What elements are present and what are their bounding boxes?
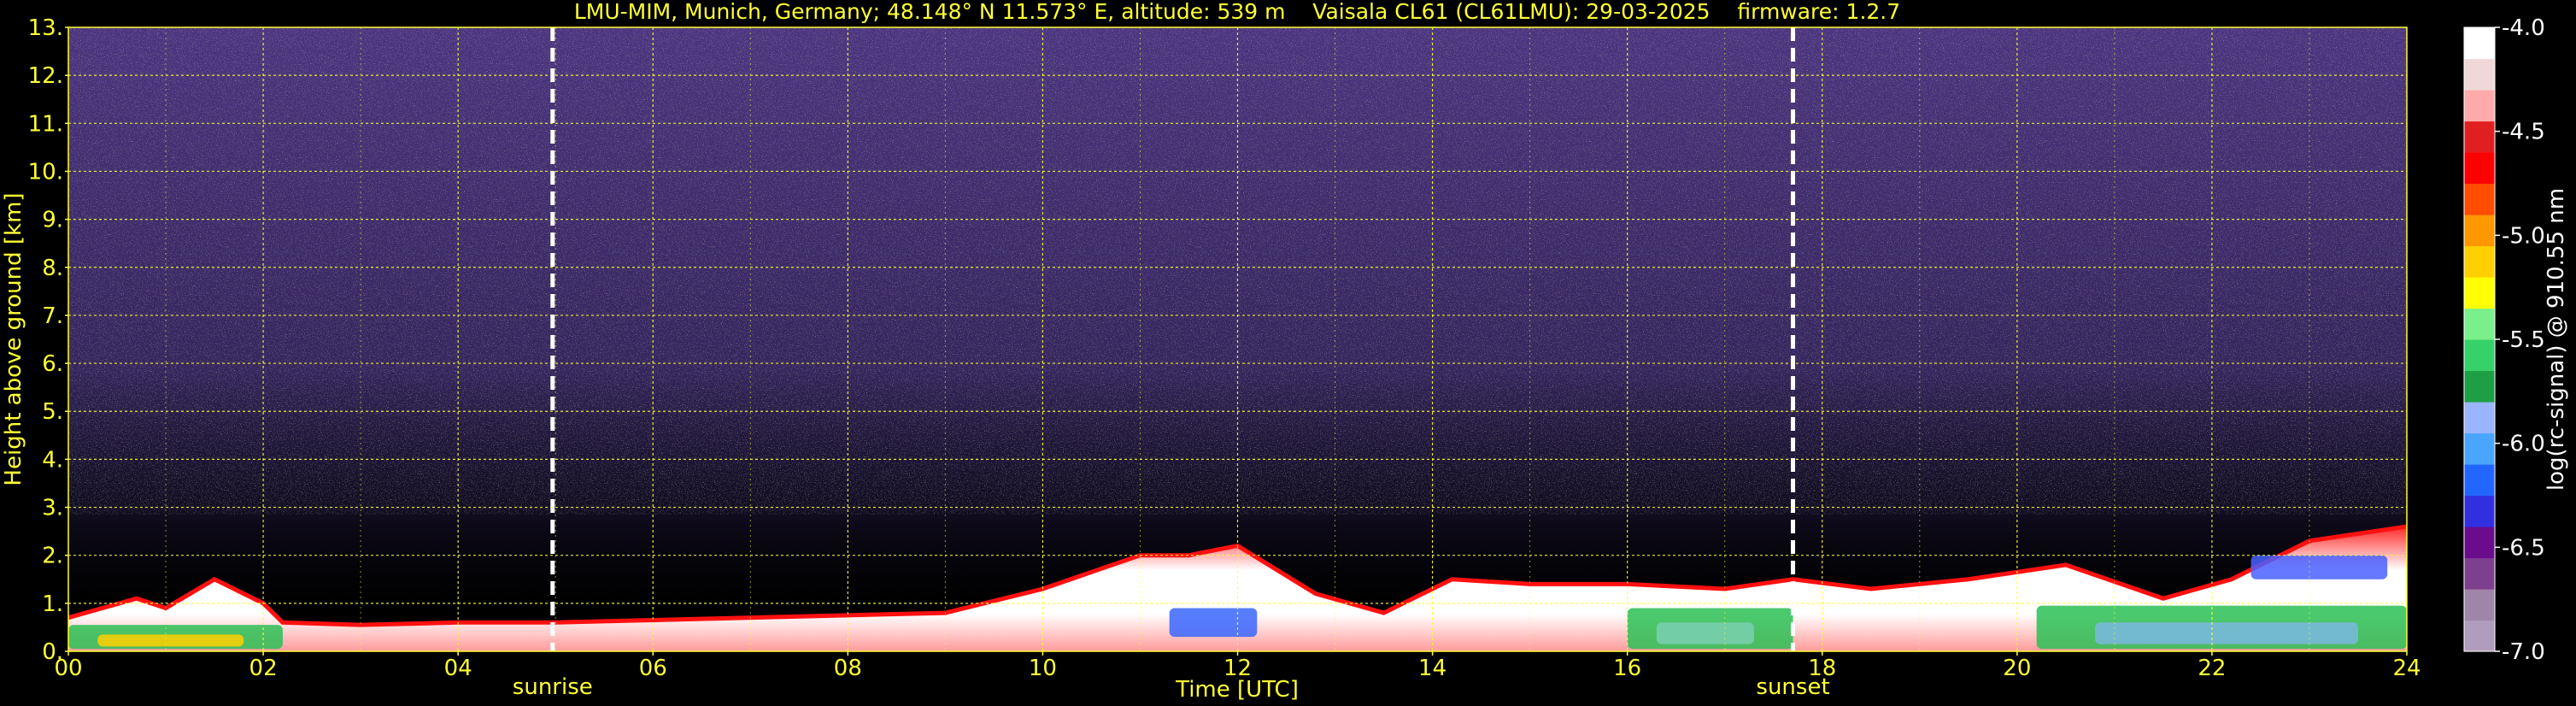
boundary-layer-band <box>1656 622 1754 644</box>
colorbar-tick-label: -6.0 <box>2502 432 2545 457</box>
chart-title: LMU-MIM, Munich, Germany; 48.148° N 11.5… <box>574 0 1900 24</box>
ceilometer-backscatter-chart: LMU-MIM, Munich, Germany; 48.148° N 11.5… <box>1 0 2569 703</box>
colorbar-tick-label: -7.0 <box>2502 639 2545 665</box>
x-axis-label: Time [UTC] <box>1175 677 1299 703</box>
colorbar-swatch <box>2464 589 2495 621</box>
y-tick-label: 11. <box>28 111 63 137</box>
x-tick-label: 04 <box>444 656 472 681</box>
colorbar-swatch <box>2464 557 2495 590</box>
y-tick-label: 13. <box>28 15 63 41</box>
x-tick-label: 22 <box>2198 656 2226 681</box>
colorbar-swatch <box>2464 27 2495 60</box>
x-tick-label: 10 <box>1029 656 1057 681</box>
sunrise-label: sunrise <box>513 674 593 700</box>
plot-area <box>67 26 2408 652</box>
colorbar: -4.0 -4.5 -5.0 -5.5 -6.0 -6.5 -7.0 log(rc-sign… <box>2463 15 2569 665</box>
y-tick-label: 10. <box>28 159 63 185</box>
colorbar-swatch <box>2464 277 2495 309</box>
sunset-label: sunset <box>1756 674 1829 700</box>
x-tick-label: 08 <box>834 656 862 681</box>
y-axis-label: Height above ground [km] <box>1 192 26 485</box>
colorbar-tick-label: -6.5 <box>2502 535 2545 561</box>
y-tick-label: 6. <box>42 351 63 377</box>
colorbar-swatch <box>2464 152 2495 185</box>
colorbar-blocks <box>2464 27 2495 652</box>
colorbar-swatch <box>2464 308 2495 340</box>
colorbar-swatch <box>2464 620 2495 652</box>
y-tick-labels: 0.1.2.3.4.5.6.7.8.9.10.11.12.13. <box>28 15 68 665</box>
y-tick-label: 4. <box>42 447 63 473</box>
colorbar-swatch <box>2464 402 2495 434</box>
y-tick-label: 7. <box>42 303 63 329</box>
colorbar-label: log(rc-signal) @ 910.55 nm <box>2544 188 2569 491</box>
colorbar-swatch <box>2464 183 2495 215</box>
y-tick-label: 5. <box>42 399 63 425</box>
x-tick-label: 14 <box>1418 656 1446 681</box>
colorbar-swatch <box>2464 58 2495 91</box>
x-tick-label: 06 <box>639 656 667 681</box>
colorbar-swatch <box>2464 527 2495 559</box>
boundary-layer-band <box>1169 608 1258 638</box>
y-tick-label: 2. <box>42 544 63 569</box>
colorbar-swatch <box>2464 464 2495 497</box>
colorbar-swatch <box>2464 215 2495 247</box>
colorbar-tick-label: -4.5 <box>2502 120 2545 145</box>
x-tick-label: 24 <box>2392 656 2421 681</box>
y-tick-label: 9. <box>42 208 63 233</box>
y-tick-label: 12. <box>28 63 63 89</box>
x-tick-label: 16 <box>1613 656 1641 681</box>
boundary-layer-band <box>2250 555 2388 580</box>
x-tick-label: 20 <box>2003 656 2031 681</box>
colorbar-swatch <box>2464 245 2495 278</box>
colorbar-tick-label: -5.0 <box>2502 223 2545 249</box>
colorbar-swatch <box>2464 90 2495 122</box>
y-tick-label: 1. <box>42 591 63 617</box>
x-tick-label: 02 <box>249 656 278 681</box>
colorbar-swatch <box>2464 121 2495 153</box>
y-tick-label: 8. <box>42 256 63 281</box>
colorbar-swatch <box>2464 495 2495 527</box>
colorbar-tick-label: -4.0 <box>2502 15 2545 41</box>
y-tick-label: 3. <box>42 496 63 521</box>
colorbar-swatch <box>2464 370 2495 403</box>
boundary-layer-band <box>97 634 244 647</box>
colorbar-tick-labels: -4.0 -4.5 -5.0 -5.5 -6.0 -6.5 -7.0 <box>2495 15 2545 665</box>
x-tick-label: 00 <box>54 656 82 681</box>
colorbar-tick-label: -5.5 <box>2502 327 2545 353</box>
colorbar-swatch <box>2464 432 2495 465</box>
colorbar-swatch <box>2464 339 2495 372</box>
boundary-layer-band <box>2095 622 2358 644</box>
